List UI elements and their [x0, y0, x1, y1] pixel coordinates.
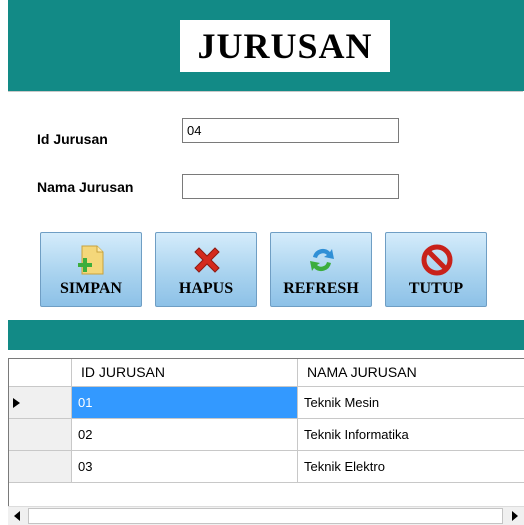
- column-header-id[interactable]: ID JURUSAN: [72, 359, 298, 387]
- table-cell-name[interactable]: Teknik Mesin: [298, 387, 524, 419]
- header-bar: JURUSAN: [8, 0, 524, 91]
- hapus-label: HAPUS: [178, 280, 234, 297]
- red-x-icon: [194, 247, 220, 273]
- row-header[interactable]: [9, 451, 72, 483]
- hapus-button[interactable]: HAPUS: [155, 232, 257, 307]
- row-header[interactable]: [9, 387, 72, 419]
- id-jurusan-input[interactable]: [182, 118, 399, 143]
- grid-corner: [9, 359, 72, 387]
- current-row-arrow-icon: [13, 398, 20, 408]
- scroll-thumb[interactable]: [28, 508, 503, 524]
- scroll-left-icon[interactable]: [14, 511, 20, 521]
- simpan-label: SIMPAN: [60, 280, 122, 297]
- row-header[interactable]: [9, 419, 72, 451]
- refresh-label: REFRESH: [283, 280, 359, 297]
- add-document-icon: [78, 245, 104, 275]
- jurusan-grid[interactable]: ID JURUSAN NAMA JURUSAN 01 Teknik Mesin …: [8, 358, 524, 525]
- table-cell-name[interactable]: Teknik Informatika: [298, 419, 524, 451]
- title-box: JURUSAN: [180, 20, 390, 72]
- nama-jurusan-input[interactable]: [182, 174, 399, 199]
- tutup-button[interactable]: TUTUP: [385, 232, 487, 307]
- refresh-button[interactable]: REFRESH: [270, 232, 372, 307]
- simpan-button[interactable]: SIMPAN: [40, 232, 142, 307]
- table-cell-id[interactable]: 01: [72, 387, 298, 419]
- table-cell-id[interactable]: 02: [72, 419, 298, 451]
- form-panel: Id Jurusan Nama Jurusan SIMPAN HAPUS REF…: [8, 91, 523, 321]
- nama-jurusan-label: Nama Jurusan: [37, 179, 134, 195]
- no-entry-icon: [421, 244, 453, 276]
- tutup-label: TUTUP: [408, 280, 464, 297]
- scroll-right-icon[interactable]: [512, 511, 518, 521]
- refresh-arrows-icon: [310, 248, 334, 272]
- separator-band: [8, 320, 524, 350]
- page-title: JURUSAN: [197, 26, 373, 66]
- table-cell-name[interactable]: Teknik Elektro: [298, 451, 524, 483]
- horizontal-scrollbar[interactable]: [8, 506, 524, 525]
- column-header-nama[interactable]: NAMA JURUSAN: [298, 359, 524, 387]
- table-cell-id[interactable]: 03: [72, 451, 298, 483]
- id-jurusan-label: Id Jurusan: [37, 131, 108, 147]
